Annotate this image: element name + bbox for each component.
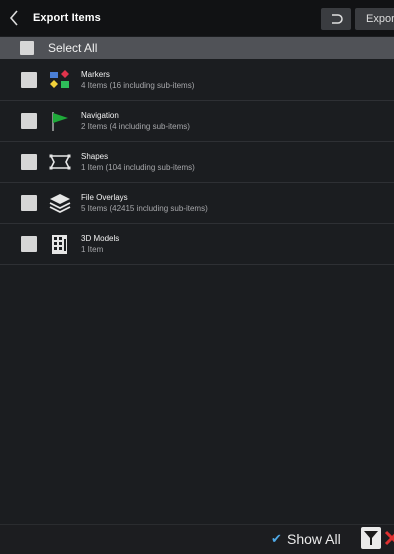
shapes-icon [48, 151, 72, 173]
item-checkbox[interactable] [21, 195, 37, 211]
item-checkbox[interactable] [21, 154, 37, 170]
markers-icon [48, 69, 72, 91]
item-name: Markers [81, 70, 110, 79]
list-item-navigation[interactable]: Navigation 2 Items (4 including sub-item… [0, 101, 394, 142]
export-item-list: Markers 4 Items (16 including sub-items)… [0, 60, 394, 265]
list-item-file-overlays[interactable]: File Overlays 5 Items (42415 including s… [0, 183, 394, 224]
list-item-markers[interactable]: Markers 4 Items (16 including sub-items) [0, 60, 394, 101]
close-icon [384, 530, 394, 546]
select-all-row[interactable]: Select All [0, 37, 394, 59]
layers-icon [48, 192, 72, 214]
check-icon: ✔ [271, 531, 282, 546]
list-item-shapes[interactable]: Shapes 1 Item (104 including sub-items) [0, 142, 394, 183]
filter-icon [364, 531, 378, 545]
item-name: Navigation [81, 111, 119, 120]
item-count: 2 Items (4 including sub-items) [81, 122, 190, 131]
back-icon[interactable] [9, 9, 23, 27]
item-checkbox[interactable] [21, 113, 37, 129]
list-item-3d-models[interactable]: 3D Models 1 Item [0, 224, 394, 265]
item-name: Shapes [81, 152, 109, 161]
undo-icon [332, 14, 343, 24]
building-icon [48, 233, 72, 255]
item-count: 4 Items (16 including sub-items) [81, 81, 195, 90]
item-name: 3D Models [81, 234, 120, 243]
item-count: 5 Items (42415 including sub-items) [81, 204, 208, 213]
page-title: Export Items [33, 12, 101, 24]
item-checkbox[interactable] [21, 72, 37, 88]
item-count: 1 Item [81, 245, 104, 254]
item-count: 1 Item (104 including sub-items) [81, 163, 195, 172]
select-all-label: Select All [48, 41, 98, 55]
item-name: File Overlays [81, 193, 128, 202]
undo-button[interactable] [321, 8, 351, 30]
bottom-toolbar: ✔ Show All [0, 524, 394, 552]
select-all-checkbox[interactable] [20, 41, 34, 55]
export-button[interactable]: Export [355, 8, 394, 30]
show-all-label: Show All [287, 531, 341, 547]
navigation-flag-icon [48, 110, 72, 132]
title-bar: Export Items Export [0, 0, 394, 36]
filter-button[interactable] [361, 527, 381, 549]
close-button[interactable] [383, 527, 394, 549]
item-checkbox[interactable] [21, 236, 37, 252]
